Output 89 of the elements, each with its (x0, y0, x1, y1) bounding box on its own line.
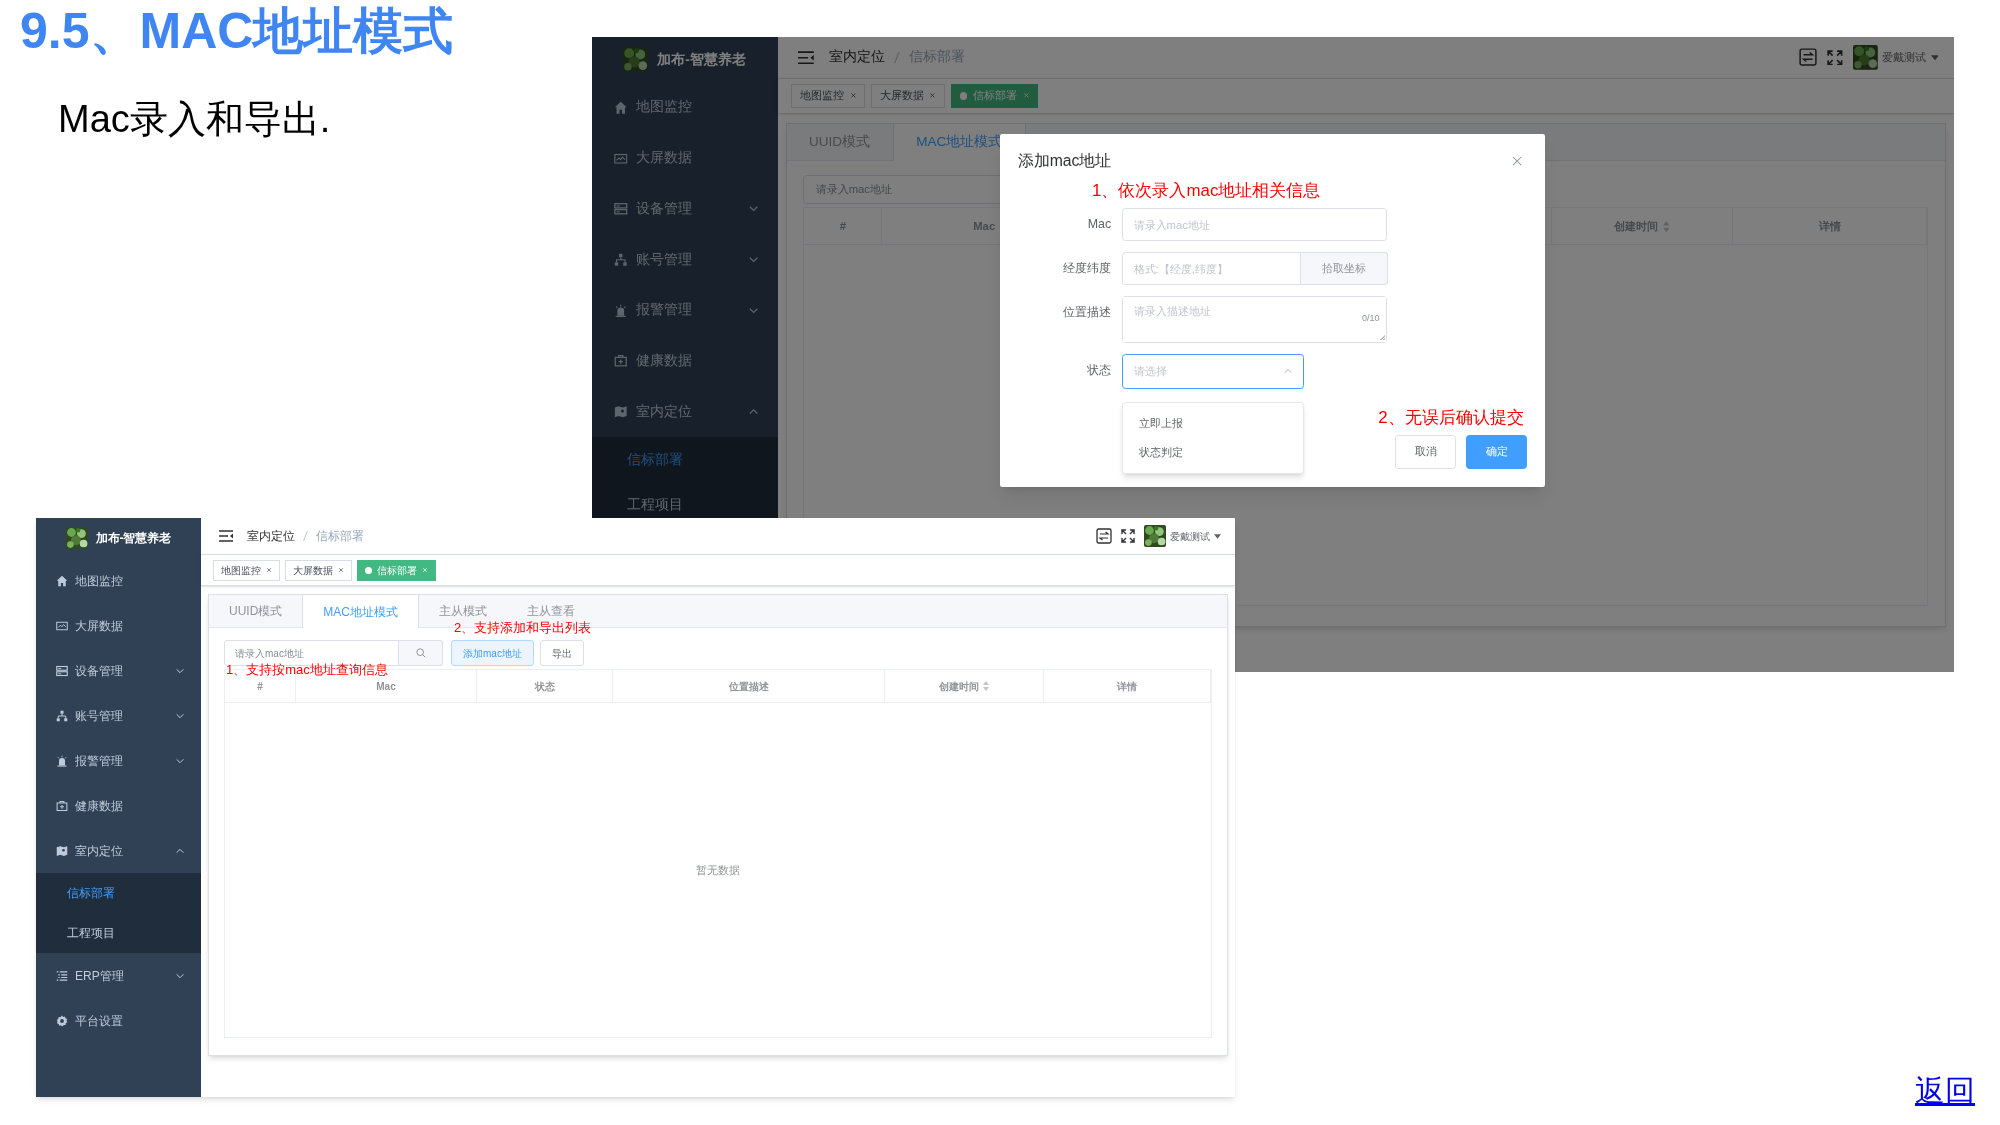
menu-item[interactable]: 室内定位 (36, 828, 201, 873)
menu-item[interactable]: 健康数据 (36, 783, 201, 828)
empty-message: 暂无数据 (696, 862, 740, 878)
caret-icon[interactable] (1930, 54, 1939, 61)
tab[interactable]: UUID模式 (209, 595, 303, 627)
field-label: Mac (1087, 216, 1112, 234)
menu-item[interactable]: 平台设置 (36, 998, 201, 1043)
field-label: 经度纬度 (1063, 260, 1112, 278)
menu-item[interactable]: 健康数据 (591, 335, 778, 387)
menu-icon[interactable] (219, 530, 233, 542)
tab-tag[interactable]: 地图监控 (791, 83, 866, 108)
caret-icon[interactable] (1214, 533, 1221, 539)
annotation: 2、支持添加和导出列表 (454, 621, 592, 634)
dropdown-option[interactable]: 立即上报 (1123, 408, 1303, 439)
tab-tag[interactable]: 信标部署 (950, 83, 1039, 108)
close-icon[interactable] (1512, 156, 1523, 167)
column-header[interactable]: 创建时间 (885, 670, 1044, 702)
slide-title: 9.5、MAC地址模式 (20, 6, 454, 56)
column-header: 详情 (1044, 670, 1211, 702)
app-title: 加布-智慧养老 (657, 50, 746, 69)
hierarchy-icon (614, 252, 628, 267)
menu-item[interactable]: 地图监控 (36, 558, 201, 603)
close-icon[interactable] (849, 92, 857, 100)
resize-handle-icon (1379, 334, 1386, 341)
tab-tag[interactable]: 大屏数据 (285, 559, 352, 581)
menu-item[interactable]: 设备管理 (36, 648, 201, 693)
user-name[interactable]: 爱戴测试 (1170, 528, 1210, 544)
tab-tag[interactable]: 信标部署 (357, 559, 436, 581)
tab-tag[interactable]: 地图监控 (213, 559, 280, 581)
server-icon (614, 202, 628, 216)
breadcrumb-item: 信标部署 (316, 528, 364, 545)
menu-item[interactable]: 报警管理 (36, 738, 201, 783)
map-icon (614, 405, 628, 419)
menu-item[interactable]: ERP管理 (36, 953, 201, 998)
menu-item[interactable]: 地图监控 (591, 82, 778, 133)
menu-item[interactable]: 报警管理 (591, 285, 778, 336)
add-button[interactable]: 添加mac地址 (451, 640, 534, 666)
close-icon[interactable] (338, 567, 344, 573)
fullscreen-icon[interactable] (1121, 529, 1135, 543)
separator-icon (303, 531, 308, 541)
separator-icon (894, 51, 901, 64)
chart-icon (614, 151, 628, 166)
menu-item[interactable]: 设备管理 (591, 183, 778, 235)
menu-item[interactable]: 大屏数据 (591, 132, 778, 184)
submenu-item[interactable]: 信标部署 (591, 437, 778, 483)
alarm-icon (56, 754, 68, 767)
settings-icon (56, 1014, 68, 1027)
switch-icon[interactable] (1096, 528, 1112, 544)
annotation: 1、支持按mac地址查询信息 (226, 663, 388, 676)
map-icon (56, 844, 68, 857)
slide-subtitle: Mac录入和导出. (58, 100, 331, 138)
character-counter: 0/10 (1362, 311, 1380, 325)
alarm-icon (614, 303, 628, 318)
dropdown-option[interactable]: 状态判定 (1123, 438, 1303, 468)
field-label: 状态 (1087, 361, 1112, 379)
search-icon (415, 648, 426, 658)
home-icon (614, 100, 628, 115)
back-link[interactable]: 返回 (1915, 1076, 1975, 1106)
chart-icon (56, 619, 68, 632)
cancel-button[interactable]: 取消 (1395, 435, 1457, 469)
menu-item[interactable]: 账号管理 (36, 693, 201, 738)
app-title: 加布-智慧养老 (95, 530, 172, 547)
switch-icon[interactable] (1798, 48, 1817, 67)
menu-item[interactable]: 大屏数据 (36, 603, 201, 648)
column-header: # (804, 208, 883, 245)
tab[interactable]: MAC地址模式 (302, 595, 419, 628)
annotation: 2、无误后确认提交 (1378, 406, 1524, 429)
list-icon (56, 969, 68, 982)
column-header: 位置描述 (613, 670, 885, 702)
field-label: 位置描述 (1063, 304, 1112, 322)
export-button[interactable]: 导出 (539, 640, 584, 666)
breadcrumb-item[interactable]: 室内定位 (829, 47, 886, 68)
server-icon (56, 664, 68, 677)
medical-box-icon (56, 799, 68, 812)
medical-box-icon (614, 354, 628, 368)
pick-coordinate-button[interactable]: 拾取坐标 (1300, 252, 1389, 286)
home-icon (56, 574, 68, 587)
menu-item[interactable]: 账号管理 (591, 234, 778, 286)
confirm-button[interactable]: 确定 (1466, 435, 1528, 469)
submenu-item[interactable]: 信标部署 (36, 873, 201, 913)
breadcrumb-item[interactable]: 室内定位 (247, 527, 295, 545)
annotation: 1、依次录入mac地址相关信息 (1092, 179, 1321, 202)
close-icon[interactable] (929, 92, 937, 100)
column-header: 状态 (477, 670, 613, 702)
hierarchy-icon (56, 709, 68, 722)
close-icon[interactable] (266, 567, 272, 573)
submenu-item[interactable]: 工程项目 (36, 913, 201, 953)
tab-tag[interactable]: 大屏数据 (870, 83, 945, 108)
user-name[interactable]: 爱戴测试 (1882, 49, 1927, 66)
